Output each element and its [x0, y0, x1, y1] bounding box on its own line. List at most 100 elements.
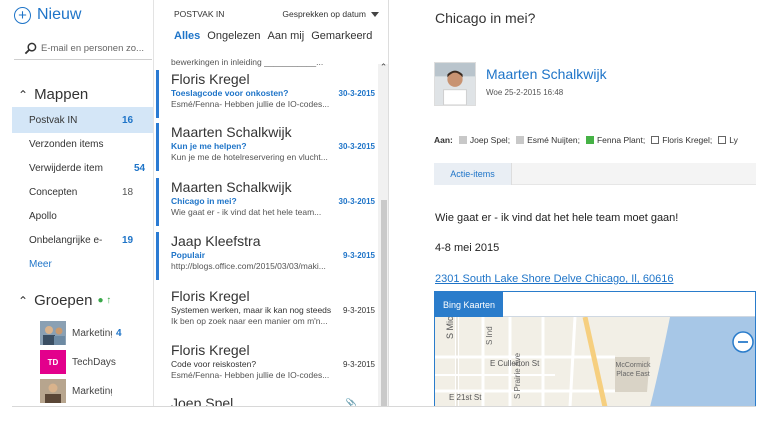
message-date: 30-3-2015: [338, 197, 375, 206]
message-sender: Maarten Schalkwijk: [171, 124, 292, 140]
group-label: Marketing: [72, 327, 112, 339]
list-item[interactable]: Maarten Schalkwijk Kun je me helpen? 30-3…: [156, 123, 375, 171]
folders-header-label: Mappen: [34, 86, 89, 103]
folder-label: Apollo: [29, 210, 57, 222]
unread-count: 54: [134, 162, 146, 174]
recipient[interactable]: Esmé Nuijten;: [516, 135, 580, 145]
folder-item-apollo[interactable]: Apollo: [12, 203, 153, 229]
presence-icon: ● ↑: [97, 295, 112, 306]
recipient-name: Floris Kregel;: [662, 135, 713, 145]
address-link[interactable]: 2301 South Lake Shore Delve Chicago, Il,…: [435, 273, 674, 285]
message-subject: Toeslagcode voor onkosten?: [171, 88, 289, 98]
message-sender: Floris Kregel: [171, 288, 250, 304]
attachment-icon: 📎: [345, 398, 357, 407]
group-item-marketing-2[interactable]: Marketing: [12, 377, 153, 405]
message-preview: Kun je me de hotelreservering en vlucht.…: [171, 152, 328, 162]
message-date: 30-3-2015: [338, 89, 375, 98]
message-sender: Maarten Schalkwijk: [171, 179, 292, 195]
sender-name[interactable]: Maarten Schalkwijk: [486, 66, 607, 82]
recipient[interactable]: Ly: [718, 135, 738, 145]
search-input[interactable]: E-mail en personen zo...: [14, 38, 152, 60]
group-avatar: [40, 321, 66, 345]
message-list: POSTVAK IN Gesprekken op datum Alles Ong…: [154, 0, 389, 407]
new-message-button[interactable]: + Nieuw: [14, 6, 81, 24]
folder-item-concepten[interactable]: Concepten 18: [12, 179, 153, 205]
message-sender: Jaap Kleefstra: [171, 233, 261, 249]
chevron-up-icon: ⌃: [18, 293, 29, 308]
list-item[interactable]: Floris Kregel Code voor reiskosten? 9-3-2…: [156, 341, 375, 389]
recipient[interactable]: Floris Kregel;: [651, 135, 712, 145]
body-date: 4-8 mei 2015: [435, 242, 500, 254]
sent-date: Woe 25-2-2015 16:48: [486, 88, 564, 97]
message-preview: Esmé/Fenna- Hebben jullie de IO-codes...: [171, 99, 330, 109]
tab-action-items[interactable]: Actie-items: [434, 163, 512, 185]
folder-item-onbelangrijk[interactable]: Onbelangrijke e- 19: [12, 227, 153, 253]
presence-indicator: [516, 136, 525, 144]
new-label: Nieuw: [37, 6, 82, 23]
chevron-up-icon: ⌃: [18, 87, 29, 102]
group-item-marketing[interactable]: Marketing 4: [12, 319, 153, 347]
list-item[interactable]: Jaap Kleefstra Populair 9-3-2015 http://b…: [156, 232, 375, 280]
unread-count: 19: [122, 234, 134, 246]
folder-item-postvak-in[interactable]: Postvak IN 16: [12, 107, 153, 133]
map-label: E 21st St: [449, 393, 482, 402]
folder-label: Verwijderde item: [29, 162, 103, 174]
folder-label: Verzonden items: [29, 138, 104, 150]
presence-indicator: [651, 136, 660, 144]
recipient-name: Joep Spel;: [469, 135, 511, 145]
map-view[interactable]: S Michig S Ind E Cullerton St S Prairie …: [435, 317, 755, 406]
reading-pane: Chicago in mei? Maarten Schalkwijk Woe 2…: [389, 0, 756, 406]
sort-dropdown[interactable]: Gesprekken op datum: [282, 9, 379, 19]
message-subject: Code voor reiskosten?: [171, 359, 257, 369]
caret-down-icon: [371, 11, 379, 17]
draft-count: 18: [122, 186, 134, 198]
tab-bing-maps[interactable]: Bing Kaarten: [435, 292, 503, 317]
map-label: McCormick Place East: [615, 362, 651, 378]
groups-section-header[interactable]: ⌃ Groepen ● ↑: [12, 292, 111, 309]
message-date: 9-3-2015: [342, 306, 375, 315]
bing-map-card: Bing Kaarten S Michig S Ind E Cullerton …: [434, 291, 756, 406]
filter-to-me[interactable]: Aan mij: [268, 30, 305, 42]
filter-all[interactable]: Alles: [174, 30, 200, 42]
scroll-up-icon[interactable]: ⌃: [379, 62, 388, 72]
recipient[interactable]: Fenna Plant;: [585, 135, 646, 145]
group-avatar: TD: [40, 350, 66, 374]
folder-label: Onbelangrijke e-: [29, 234, 103, 246]
recipient-name: Fenna Plant;: [596, 135, 646, 145]
group-avatar: [40, 379, 66, 403]
message-sender: Joep Spel: [171, 395, 234, 407]
message-snippet: bewerkingen in inleiding ___________...: [171, 57, 324, 67]
scroll-thumb[interactable]: [381, 200, 387, 406]
unread-count: 16: [122, 114, 134, 126]
more-folders-link[interactable]: Meer: [12, 251, 153, 277]
list-item[interactable]: Maarten Schalkwijk Chicago in mei? 30-3-2…: [156, 178, 375, 226]
sender-avatar[interactable]: [434, 62, 476, 106]
message-date: 9-3-2015: [342, 360, 375, 369]
recipients-line: Aan: Joep Spel; Esmé Nuijten; Fenna Plan…: [434, 135, 744, 145]
search-icon: [24, 42, 37, 55]
message-date: 30-3-2015: [338, 142, 375, 151]
filter-flagged[interactable]: Gemarkeerd: [311, 30, 372, 42]
list-item[interactable]: Floris Kregel Toeslagcode voor onkosten?…: [156, 70, 375, 118]
presence-indicator: [458, 136, 467, 144]
plus-icon: +: [14, 6, 31, 24]
message-list-scroll: bewerkingen in inleiding ___________... …: [154, 54, 388, 407]
group-item-techdays[interactable]: TD TechDays: [12, 348, 153, 376]
message-title: Chicago in mei?: [435, 10, 536, 26]
presence-indicator: [585, 136, 594, 144]
groups-header-label: Groepen: [34, 292, 93, 309]
message-subject: Systemen werken, maar ik kan nog steeds: [171, 305, 332, 315]
list-item[interactable]: Joep Spel 📎: [156, 394, 375, 407]
more-label: Meer: [29, 258, 52, 270]
folder-item-verzonden[interactable]: Verzonden items: [12, 131, 153, 157]
filter-unread[interactable]: Ongelezen: [207, 30, 260, 42]
group-label: Marketing: [72, 385, 112, 397]
folder-item-verwijderd[interactable]: Verwijderde item 54: [12, 155, 153, 181]
recipient[interactable]: Joep Spel;: [458, 135, 511, 145]
body-text: Wie gaat er - ik vind dat het hele team …: [435, 212, 679, 224]
to-label: Aan:: [434, 135, 453, 145]
list-item[interactable]: Floris Kregel Systemen werken, maar ik k…: [156, 287, 375, 335]
recipient-name: Ly: [729, 135, 738, 145]
folders-section-header[interactable]: ⌃ Mappen: [12, 86, 88, 103]
folder-name: POSTVAK IN: [174, 9, 225, 19]
